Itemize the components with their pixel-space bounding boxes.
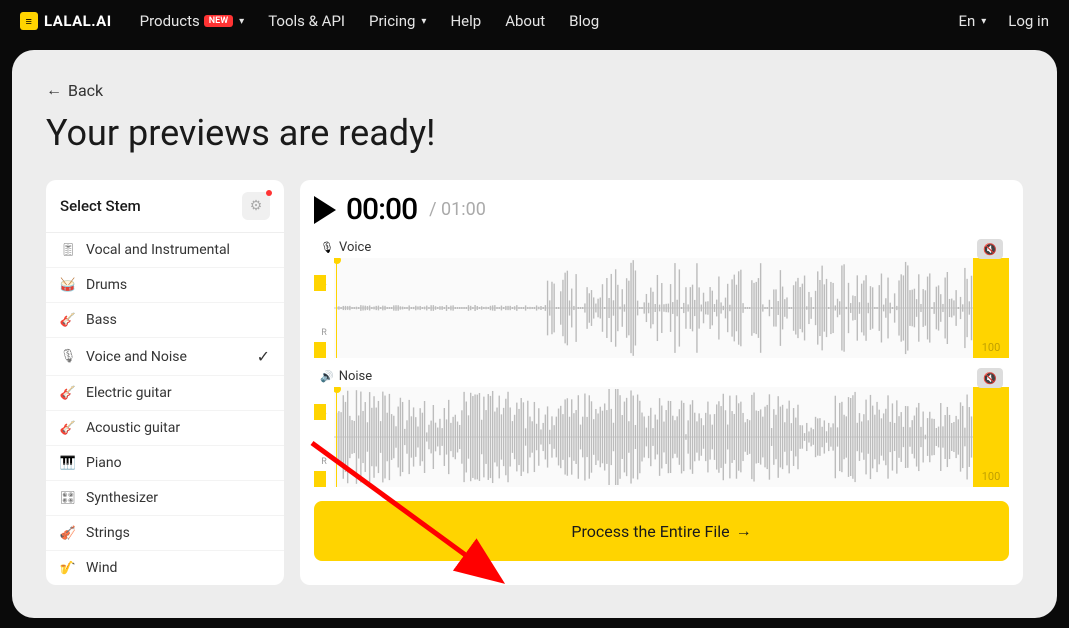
stem-icon: 🎹 (60, 455, 76, 471)
chevron-down-icon: ▾ (421, 16, 426, 27)
stem-icon: 🎸 (60, 420, 76, 436)
mute-button[interactable]: 🔇 (977, 368, 1003, 388)
sidebar-header: Select Stem ⚙ (46, 180, 284, 233)
stem-label: Drums (86, 277, 127, 293)
nav-products[interactable]: Products NEW ▾ (140, 12, 245, 30)
chevron-down-icon: ▾ (981, 16, 986, 27)
nav-pricing[interactable]: Pricing ▾ (369, 12, 426, 30)
main-nav: Products NEW ▾ Tools & API Pricing ▾ Hel… (140, 12, 600, 30)
stem-label: Bass (86, 312, 117, 328)
stem-item[interactable]: 🎻 Strings (46, 516, 284, 551)
back-button[interactable]: ← Back (46, 80, 1023, 100)
playhead[interactable] (336, 387, 337, 487)
volume-slider[interactable]: 100 (973, 258, 1009, 358)
stem-icon: 🎛 (60, 490, 76, 506)
stem-item[interactable]: 🎸 Bass (46, 303, 284, 338)
new-badge: NEW (204, 15, 233, 27)
stem-item[interactable]: 🎸 Electric guitar (46, 376, 284, 411)
stem-icon: 🎻 (60, 525, 76, 541)
stem-label: Electric guitar (86, 385, 172, 401)
waveform-voice[interactable] (334, 258, 973, 358)
time-total: / 01:00 (429, 199, 486, 220)
nav-tools[interactable]: Tools & API (268, 12, 345, 30)
track-noise: 🔊 Noise 🔇 L R (314, 366, 1009, 487)
track-label: Voice (339, 240, 371, 255)
channel-marker (314, 342, 326, 358)
stem-icon: 🎸 (60, 385, 76, 401)
stem-label: Voice and Noise (86, 349, 187, 365)
stem-icon: 🎷 (60, 560, 76, 576)
channel-marker (314, 471, 326, 487)
channel-marker (314, 275, 326, 291)
speaker-icon: 🔇 (983, 243, 997, 256)
check-icon: ✓ (257, 347, 270, 366)
lang-selector[interactable]: En ▾ (958, 12, 986, 30)
stem-item[interactable]: 🎸 Acoustic guitar (46, 411, 284, 446)
stem-label: Wind (86, 560, 117, 576)
stem-sidebar: Select Stem ⚙ 🎚 Vocal and Instrumental 🥁 Dr… (46, 180, 284, 585)
stem-icon: 🥁 (60, 277, 76, 293)
mic-icon: 🎙 (320, 241, 334, 254)
stem-icon: 🎙 (60, 349, 76, 365)
player-panel: 00:00 / 01:00 🎙 Voice 🔇 L R (300, 180, 1023, 585)
time-current: 00:00 (346, 192, 417, 227)
login-link[interactable]: Log in (1008, 12, 1049, 30)
gear-icon: ⚙ (250, 198, 263, 214)
main-card: ← Back Your previews are ready! Select S… (12, 50, 1057, 618)
stem-label: Vocal and Instrumental (86, 242, 230, 258)
logo[interactable]: ≡ LALAL.AI (20, 12, 112, 30)
mute-button[interactable]: 🔇 (977, 239, 1003, 259)
arrow-right-icon: → (736, 521, 752, 541)
stem-label: Piano (86, 455, 122, 471)
track-label: Noise (339, 369, 372, 384)
arrow-left-icon: ← (46, 80, 62, 100)
logo-text: LALAL.AI (44, 12, 112, 30)
stem-icon: 🎚 (60, 242, 76, 258)
logo-icon: ≡ (20, 12, 38, 30)
stem-item[interactable]: 🎹 Piano (46, 446, 284, 481)
process-button[interactable]: Process the Entire File → (314, 501, 1009, 561)
speaker-icon: 🔇 (983, 372, 997, 385)
stem-list: 🎚 Vocal and Instrumental 🥁 Drums 🎸 Bass 🎙 Voice… (46, 233, 284, 585)
nav-about[interactable]: About (505, 12, 545, 30)
stem-item[interactable]: 🎷 Wind (46, 551, 284, 585)
settings-button[interactable]: ⚙ (242, 192, 270, 220)
stem-item[interactable]: 🎚 Vocal and Instrumental (46, 233, 284, 268)
speaker-icon: 🔊 (320, 370, 334, 383)
page-title: Your previews are ready! (46, 112, 1023, 154)
stem-label: Strings (86, 525, 130, 541)
content-row: Select Stem ⚙ 🎚 Vocal and Instrumental 🥁 Dr… (46, 180, 1023, 585)
stem-label: Synthesizer (86, 490, 158, 506)
track-voice: 🎙 Voice 🔇 L R (314, 237, 1009, 358)
nav-help[interactable]: Help (450, 12, 481, 30)
sidebar-title: Select Stem (60, 197, 141, 215)
nav-blog[interactable]: Blog (569, 12, 599, 30)
app-header: ≡ LALAL.AI Products NEW ▾ Tools & API Pr… (0, 0, 1069, 42)
stem-item[interactable]: 🎛 Synthesizer (46, 481, 284, 516)
playhead[interactable] (336, 258, 337, 358)
header-right: En ▾ Log in (958, 12, 1049, 30)
waveform-noise[interactable] (334, 387, 973, 487)
stem-icon: 🎸 (60, 312, 76, 328)
channel-marker (314, 404, 326, 420)
stem-item[interactable]: 🎙 Voice and Noise ✓ (46, 338, 284, 376)
chevron-down-icon: ▾ (239, 16, 244, 27)
stem-item[interactable]: 🥁 Drums (46, 268, 284, 303)
play-button[interactable] (314, 196, 336, 224)
volume-slider[interactable]: 100 (973, 387, 1009, 487)
transport-row: 00:00 / 01:00 (314, 192, 1009, 233)
stem-label: Acoustic guitar (86, 420, 180, 436)
